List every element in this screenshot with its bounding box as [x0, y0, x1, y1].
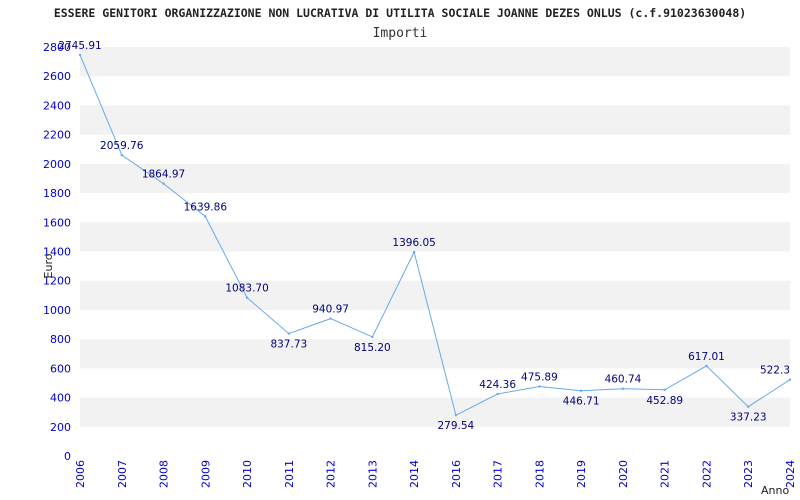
data-label: 279.54	[438, 420, 475, 432]
grid-band	[80, 280, 790, 310]
data-label: 460.74	[605, 374, 642, 386]
y-tick-label: 2600	[43, 70, 71, 83]
data-point	[663, 388, 666, 392]
y-tick-label: 2200	[43, 129, 71, 142]
data-point	[454, 413, 458, 417]
data-point	[621, 387, 625, 390]
y-tick-label: 1600	[43, 216, 71, 229]
y-tick-label: 2000	[43, 158, 71, 171]
data-label: 337.23	[730, 412, 767, 424]
x-tick-label: 2011	[283, 460, 296, 488]
data-label: 475.89	[521, 371, 558, 383]
data-label: 617.01	[688, 351, 725, 363]
grid-band	[80, 426, 790, 456]
data-label: 815.20	[354, 342, 391, 354]
x-axis-ticks: 2006 2007 2008 2009 2010 2011 2012 2013 2014 2016…	[74, 460, 797, 488]
data-point	[204, 215, 207, 218]
data-point	[287, 332, 291, 335]
x-tick-label: 2021	[659, 460, 672, 488]
grid-band	[80, 47, 790, 77]
grid-bands	[80, 47, 790, 456]
x-tick-label: 2020	[617, 460, 630, 488]
grid-band	[80, 251, 790, 281]
data-point	[747, 405, 750, 408]
y-tick-label: 2400	[43, 99, 71, 112]
data-point	[371, 335, 374, 339]
data-point	[705, 364, 708, 368]
x-tick-label: 2007	[116, 460, 129, 488]
data-point	[329, 317, 332, 320]
x-tick-label: 2014	[408, 460, 421, 488]
x-tick-label: 2017	[492, 460, 505, 488]
data-label: 837.73	[270, 339, 307, 351]
data-point	[412, 250, 416, 254]
x-tick-label: 2008	[158, 460, 171, 488]
y-axis-label: Euro	[42, 253, 55, 278]
data-label: 1083.70	[225, 283, 268, 295]
data-point	[120, 153, 123, 157]
y-tick-label: 1000	[43, 304, 71, 317]
grid-band	[80, 163, 790, 194]
y-tick-label: 400	[50, 392, 71, 405]
y-tick-label: 600	[50, 362, 71, 375]
data-point	[579, 389, 583, 392]
data-label: 2059.76	[100, 140, 144, 152]
data-point	[538, 385, 541, 388]
y-axis-ticks: 0200400600800100012001400160018002000220…	[43, 41, 71, 463]
x-tick-label: 2019	[575, 460, 588, 488]
data-label: 452.89	[646, 395, 683, 407]
x-tick-label: 2023	[742, 460, 755, 488]
x-tick-label: 2022	[700, 460, 713, 488]
x-tick-label: 2006	[74, 460, 87, 488]
data-point	[162, 182, 165, 185]
data-label: 2745.91	[58, 40, 101, 52]
grid-band	[80, 76, 790, 106]
grid-band	[80, 397, 790, 427]
x-tick-label: 2012	[325, 460, 338, 488]
data-label: 424.36	[479, 379, 516, 391]
y-tick-label: 1800	[43, 187, 71, 200]
grid-band	[80, 134, 790, 164]
data-label: 1864.97	[142, 169, 185, 181]
x-tick-label: 2016	[450, 460, 463, 488]
x-tick-label: 2010	[241, 460, 254, 488]
y-tick-label: 200	[50, 421, 71, 434]
data-point	[78, 53, 82, 57]
data-label: 522.3	[760, 365, 790, 377]
y-tick-label: 0	[64, 450, 71, 463]
y-tick-label: 800	[50, 333, 71, 346]
grid-band	[80, 105, 790, 135]
data-point	[245, 296, 249, 299]
line-chart: ESSERE GENITORI ORGANIZZAZIONE NON LUCRA…	[42, 6, 797, 497]
data-label: 1396.05	[392, 237, 435, 249]
data-label: 940.97	[312, 304, 349, 316]
grid-band	[80, 368, 790, 398]
data-label: 1639.86	[184, 201, 228, 213]
chart-title: ESSERE GENITORI ORGANIZZAZIONE NON LUCRA…	[54, 6, 746, 20]
grid-band	[80, 339, 790, 369]
x-tick-label: 2018	[533, 460, 546, 488]
x-tick-label: 2009	[199, 460, 212, 488]
data-point	[788, 378, 792, 381]
chart-subtitle: Importi	[373, 26, 428, 41]
data-label: 446.71	[563, 396, 600, 408]
x-tick-label: 2013	[366, 460, 379, 488]
x-axis-label: Anno	[761, 484, 789, 497]
data-point	[496, 392, 499, 396]
